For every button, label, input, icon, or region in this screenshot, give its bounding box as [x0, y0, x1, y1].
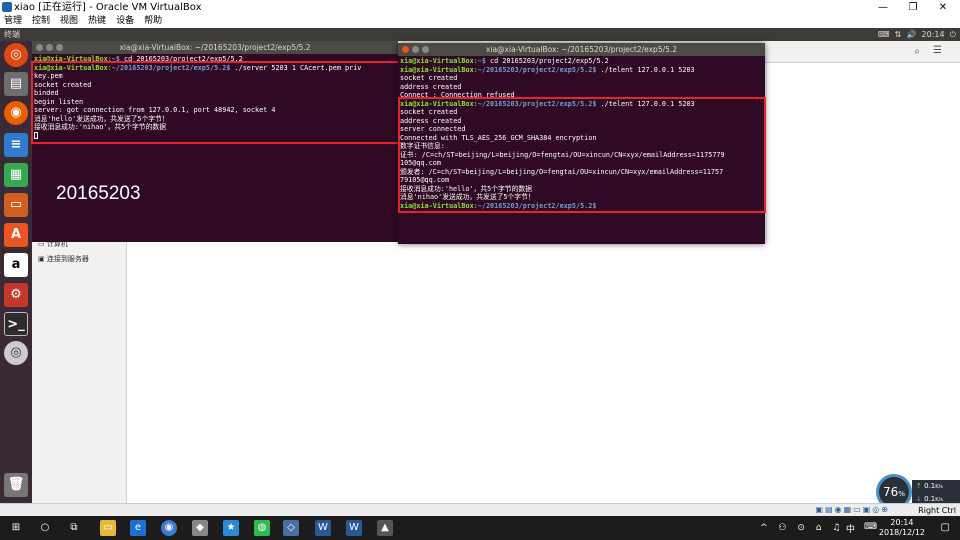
terminal-server-window[interactable]: xia@xia-VirtualBox: ~/20165203/project2/…	[32, 41, 398, 242]
keyboard-icon[interactable]: ⌨	[878, 30, 890, 39]
vbox-status-bar: ▣▤◉▦▭▣◎⊕ Right Ctrl	[0, 503, 960, 516]
download-arrow-icon: ↓	[916, 495, 922, 503]
photos-icon[interactable]: ▲	[377, 520, 393, 536]
amazon-icon[interactable]: a	[4, 253, 28, 277]
server-icon: ▣	[38, 255, 45, 263]
word-icon[interactable]: W	[315, 520, 331, 536]
star-app-icon[interactable]: ★	[223, 520, 239, 536]
menu-manage[interactable]: 管理	[4, 15, 22, 28]
files-icon[interactable]: ▤	[4, 72, 28, 96]
task-view-icon[interactable]: ⧉	[66, 520, 82, 536]
close-window-icon[interactable]	[36, 44, 43, 51]
menu-control[interactable]: 控制	[32, 15, 50, 28]
terminal-server-titlebar[interactable]: xia@xia-VirtualBox: ~/20165203/project2/…	[32, 41, 398, 54]
browser-icon[interactable]: ◉	[161, 520, 177, 536]
software-center-icon[interactable]: A	[4, 223, 28, 247]
ime-mode-icon[interactable]: ⌨	[864, 522, 877, 532]
terminal-server-content: xia@xia-VirtualBox:~$ cd 20165203/projec…	[34, 55, 396, 140]
network-icon[interactable]: ⇅	[895, 30, 902, 39]
top-panel-tray: ⌨ ⇅ 🔊 20:14 ⏻	[878, 28, 956, 41]
dash-icon[interactable]: ◎	[4, 43, 28, 67]
wechat-icon[interactable]: ◍	[254, 520, 270, 536]
active-app-title: 终端	[4, 30, 20, 39]
menu-devices[interactable]: 设备	[116, 15, 134, 28]
writer-icon[interactable]: ≡	[4, 133, 28, 157]
system-tray-icons[interactable]: ^ ⚇ ⊙ ⌂ ♫	[760, 523, 844, 533]
sidebar-item-connect-server[interactable]: ▣ 连接到服务器	[38, 254, 89, 264]
menu-view[interactable]: 视图	[60, 15, 78, 28]
taskbar-clock[interactable]: 20:14 2018/12/12	[879, 518, 925, 538]
settings-icon[interactable]: ⚙	[4, 283, 28, 307]
calc-icon[interactable]: ▦	[4, 163, 28, 187]
minimize-window-icon[interactable]	[46, 44, 53, 51]
menu-icon[interactable]: ☰	[933, 45, 942, 56]
maximize-button[interactable]: ❐	[898, 0, 928, 15]
vbox-menu-bar: 管理 控制 视图 热键 设备 帮助	[0, 15, 960, 28]
upload-arrow-icon: ↑	[916, 482, 922, 490]
terminal-server-title: xia@xia-VirtualBox: ~/20165203/project2/…	[119, 43, 311, 52]
explorer-icon[interactable]: ▭	[100, 520, 116, 536]
maximize-window-icon[interactable]	[422, 46, 429, 53]
minimize-window-icon[interactable]	[412, 46, 419, 53]
word-icon-2[interactable]: W	[346, 520, 362, 536]
vbox-title-bar: xiao [正在运行] - Oracle VM VirtualBox	[0, 0, 960, 15]
search-icon[interactable]: ⌕	[914, 46, 920, 57]
ubuntu-launcher: ◎ ▤ ◉ ≡ ▦ ▭ A a ⚙ >_ ◎ 🗑	[0, 41, 32, 503]
virtualbox-taskbar-icon[interactable]: ◇	[283, 520, 299, 536]
close-window-icon[interactable]	[402, 46, 409, 53]
terminal-client-title: xia@xia-VirtualBox: ~/20165203/project2/…	[485, 45, 678, 54]
maximize-window-icon[interactable]	[56, 44, 63, 51]
menu-hotkey[interactable]: 热键	[88, 15, 106, 28]
terminal-client-content: xia@xia-VirtualBox:~$ cd 20165203/projec…	[400, 57, 725, 210]
firefox-icon[interactable]: ◉	[4, 101, 28, 125]
windows-taskbar: ⊞ ○ ⧉ ▭ e ◉ ◆ ★ ◍ ◇ W W ▲ ^ ⚇ ⊙ ⌂ ♫ 中 ⌨ …	[0, 516, 960, 540]
student-id-label: 20165203	[56, 183, 141, 204]
terminal-cursor	[34, 132, 38, 139]
close-button[interactable]: ✕	[928, 0, 958, 15]
ubuntu-top-panel: 终端 ⌨ ⇅ 🔊 20:14 ⏻	[0, 28, 960, 41]
virtualbox-logo-icon	[2, 2, 12, 12]
dvd-icon[interactable]: ◎	[4, 341, 28, 365]
edge-icon[interactable]: e	[130, 520, 146, 536]
ime-indicator[interactable]: 中	[846, 522, 855, 535]
menu-help[interactable]: 帮助	[144, 15, 162, 28]
impress-icon[interactable]: ▭	[4, 193, 28, 217]
trash-icon[interactable]: 🗑	[4, 473, 28, 497]
terminal-client-titlebar[interactable]: xia@xia-VirtualBox: ~/20165203/project2/…	[398, 43, 765, 56]
windows-start-icon[interactable]: ⊞	[8, 520, 24, 536]
app-icon[interactable]: ◆	[192, 520, 208, 536]
terminal-client-window[interactable]: xia@xia-VirtualBox: ~/20165203/project2/…	[398, 43, 765, 244]
notification-icon[interactable]: ▢	[941, 522, 950, 533]
top-clock[interactable]: 20:14	[922, 30, 945, 39]
power-icon[interactable]: ⏻	[950, 30, 956, 39]
volume-icon[interactable]: 🔊	[906, 30, 916, 39]
cortana-icon[interactable]: ○	[37, 520, 53, 536]
terminal-icon[interactable]: >_	[4, 312, 28, 336]
window-title: xiao [正在运行] - Oracle VM VirtualBox	[14, 2, 202, 13]
minimize-button[interactable]: —	[868, 0, 898, 15]
vbox-device-icons[interactable]: ▣▤◉▦▭▣◎⊕	[816, 505, 890, 514]
